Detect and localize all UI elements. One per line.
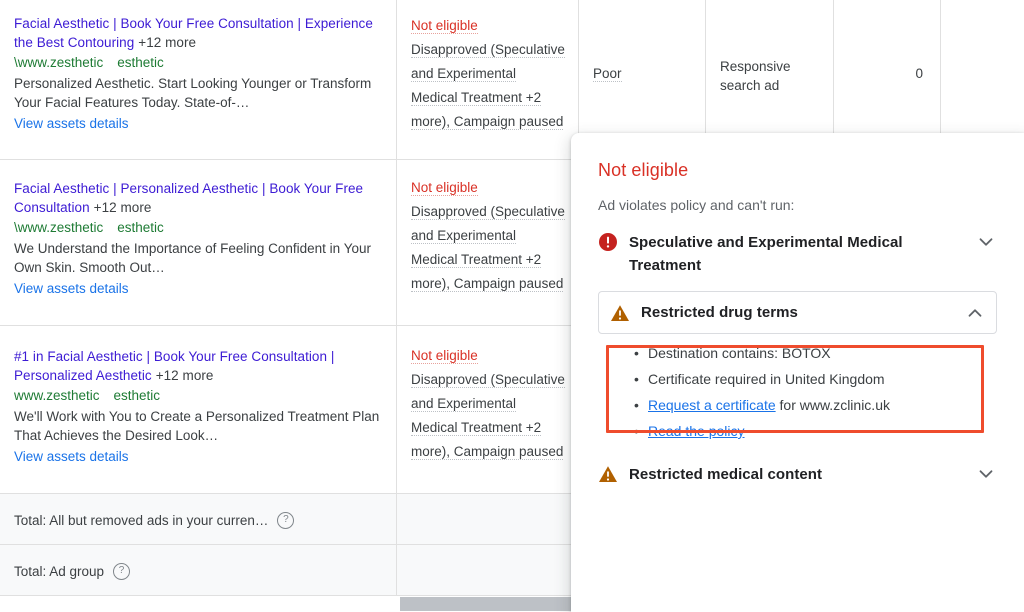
request-certificate-link[interactable]: Request a certificate [648,397,776,413]
total-label-cell: Total: All but removed ads in your curre… [0,494,396,544]
ad-display-url: \www.zesthetic esthetic [14,218,384,238]
status-badge[interactable]: Not eligible [411,348,478,364]
clicks-value: 0 [915,66,923,81]
ad-headline[interactable]: #1 in Facial Aesthetic | Book Your Free … [14,347,384,385]
ad-description: We Understand the Importance of Feeling … [14,241,371,275]
status-badge[interactable]: Not eligible [411,180,478,196]
policy-details-popup: Not eligible Ad violates policy and can'… [571,133,1024,612]
view-assets-details-link[interactable]: View assets details [14,114,384,133]
ad-display-url: \www.zesthetic esthetic [14,53,384,73]
ad-url-path: esthetic [113,388,161,403]
ad-headline-text: Facial Aesthetic | Personalized Aestheti… [14,181,364,215]
total-status-cell [396,545,578,595]
policy-name: Speculative and Experimental Medical Tre… [629,234,903,274]
status-cell: Not eligible Disapproved (Speculative an… [396,160,578,325]
warning-icon [610,303,630,323]
read-the-policy-link[interactable]: Read the policy [648,423,745,439]
ad-more-badge: +12 more [138,35,197,50]
policy-name: Restricted medical content [629,466,823,483]
help-icon[interactable]: ? [277,512,295,529]
policy-details-list: Destination contains: BOTOX Certificate … [598,334,997,444]
total-label-text: Total: All but removed ads in your curre… [14,513,269,528]
policy-name: Restricted drug terms [641,304,798,321]
ad-url-path: esthetic [117,55,164,70]
list-item: Request a certificate for www.zclinic.uk [634,392,997,418]
ad-more-badge: +12 more [155,368,214,383]
popup-subtitle: Ad violates policy and can't run: [598,197,795,213]
policy-row-speculative-medical[interactable]: Speculative and Experimental Medical Tre… [598,231,997,277]
chevron-up-icon[interactable] [964,302,986,324]
view-assets-details-link[interactable]: View assets details [14,447,384,466]
status-detail[interactable]: Disapproved (Speculative and Experimenta… [411,204,565,292]
chevron-down-icon[interactable] [975,231,997,253]
total-label-cell: Total: Ad group ? [0,545,396,595]
status-cell: Not eligible Disapproved (Speculative an… [396,0,578,159]
ad-url-path: esthetic [117,220,164,235]
ad-cell: Facial Aesthetic | Personalized Aestheti… [0,160,396,325]
policy-row-restricted-drug-terms[interactable]: Restricted drug terms [598,291,997,334]
list-item: Read the policy [634,418,997,444]
view-assets-details-link[interactable]: View assets details [14,279,384,298]
policy-row-restricted-medical-content[interactable]: Restricted medical content [598,463,997,486]
horizontal-scrollbar-thumb[interactable] [400,597,576,611]
status-detail[interactable]: Disapproved (Speculative and Experimenta… [411,42,565,130]
detail-text: for www.zclinic.uk [775,397,890,413]
total-status-cell [396,494,578,544]
ad-headline[interactable]: Facial Aesthetic | Personalized Aestheti… [14,179,384,217]
detail-text: Certificate required in United Kingdom [648,371,885,387]
ad-more-badge: +12 more [93,200,152,215]
ad-strength-value[interactable]: Poor [593,66,622,82]
ad-cell: Facial Aesthetic | Book Your Free Consul… [0,0,396,159]
ad-cell: #1 in Facial Aesthetic | Book Your Free … [0,326,396,493]
error-icon [598,232,618,252]
ad-description: We'll Work with You to Create a Personal… [14,409,380,443]
detail-text: Destination contains: BOTOX [648,345,831,361]
chevron-down-icon[interactable] [975,463,997,485]
ad-url-domain: \www.zesthetic [14,220,104,235]
ad-description: Personalized Aesthetic. Start Looking Yo… [14,76,372,110]
help-icon[interactable]: ? [113,563,131,580]
ad-display-url: www.zesthetic esthetic [14,386,384,406]
list-item: Destination contains: BOTOX [634,340,997,366]
warning-icon [598,464,618,484]
ad-url-domain: www.zesthetic [14,388,100,403]
status-badge[interactable]: Not eligible [411,18,478,34]
ad-url-domain: \www.zesthetic [14,55,104,70]
popup-title: Not eligible [598,160,689,180]
ad-type-value: Responsive search ad [720,59,791,93]
status-cell: Not eligible Disapproved (Speculative an… [396,326,578,493]
status-detail[interactable]: Disapproved (Speculative and Experimenta… [411,372,565,460]
total-label-text: Total: Ad group [14,564,105,579]
ad-headline[interactable]: Facial Aesthetic | Book Your Free Consul… [14,14,384,52]
list-item: Certificate required in United Kingdom [634,366,997,392]
